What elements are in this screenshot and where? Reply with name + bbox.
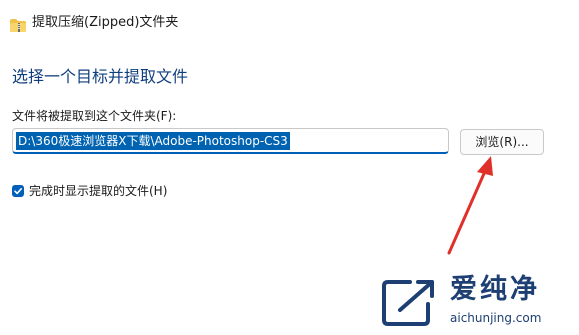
arrow-head <box>477 156 493 176</box>
title-bar: 提取压缩(Zipped)文件夹 <box>0 0 579 48</box>
show-files-label[interactable]: 完成时显示提取的文件(H) <box>29 183 167 199</box>
destination-label: 文件将被提取到这个文件夹(F): <box>12 109 177 123</box>
browse-button[interactable]: 浏览(R)... <box>460 129 544 155</box>
destination-path-value: D:\360极速浏览器X下载\Adobe-Photoshop-CS3 <box>16 132 290 150</box>
watermark-url: aichunjing.com <box>450 311 542 325</box>
folder-zip-icon <box>10 17 26 32</box>
destination-path-input[interactable]: D:\360极速浏览器X下载\Adobe-Photoshop-CS3 <box>12 128 449 154</box>
page-heading: 选择一个目标并提取文件 <box>12 67 189 86</box>
checkmark-icon <box>14 188 22 195</box>
show-files-checkbox[interactable] <box>12 185 24 197</box>
window-title: 提取压缩(Zipped)文件夹 <box>32 15 179 30</box>
watermark-title: 爱纯净 <box>450 274 540 305</box>
arrow-shaft <box>447 167 488 255</box>
watermark: 爱纯净 aichunjing.com <box>380 272 575 332</box>
watermark-logo-icon <box>382 280 434 326</box>
